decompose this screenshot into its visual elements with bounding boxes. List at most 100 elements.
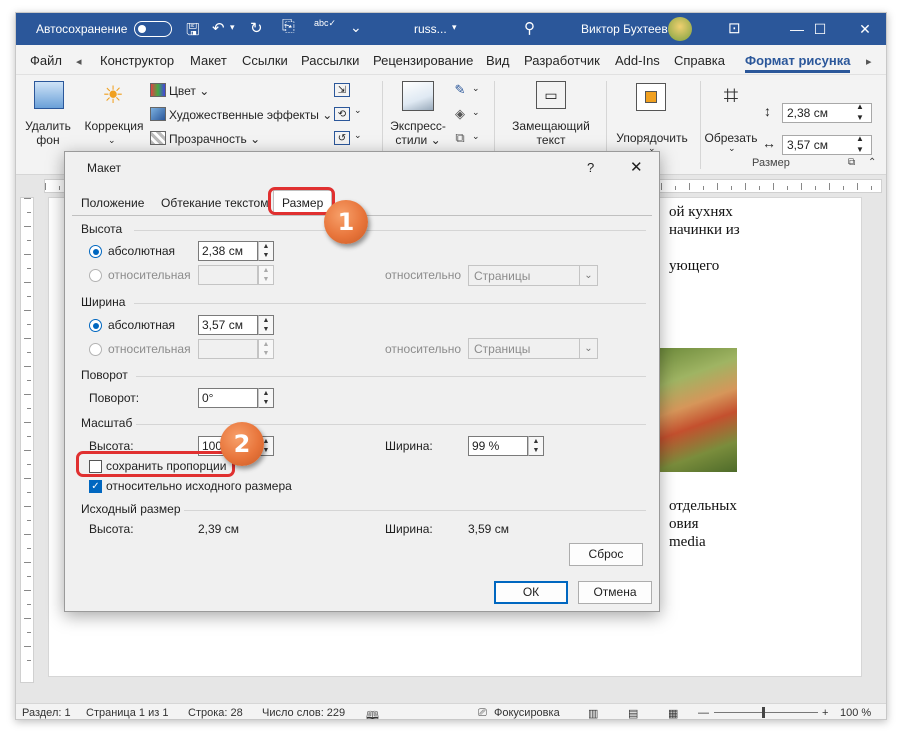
picture-layout-icon[interactable]: ⧉ [452,130,468,145]
focus-mode-button[interactable]: Фокусировка [494,707,560,719]
redo-icon[interactable]: ↻ [250,19,263,37]
height-absolute-input[interactable]: 2,38 см [198,241,258,261]
height-spinner[interactable]: ▲ ▼ [856,101,864,123]
height-relative-radio[interactable] [89,269,102,282]
tab-addins[interactable]: Add-Ins [615,53,660,68]
rotation-spinner[interactable]: ▲ ▼ [258,388,274,408]
relative-original-checkbox[interactable]: ✓ [89,480,102,493]
doc-name-chevron-icon[interactable]: ▾ [452,22,457,33]
tab-design[interactable]: Конструктор [100,53,174,68]
picture-border-icon[interactable]: ✎ [452,82,468,97]
autosave-toggle[interactable] [134,21,172,37]
maximize-icon[interactable]: ☐ [797,13,843,45]
tab-layout[interactable]: Макет [190,53,227,68]
share-icon[interactable]: ⎘ [282,18,295,36]
collapse-ribbon-icon[interactable]: ⌃ [868,157,876,168]
height-relative-spinner[interactable]: ▲ ▼ [258,265,274,285]
zoom-in-icon[interactable]: + [822,707,828,719]
reset-picture-icon[interactable]: ↺ [334,131,350,145]
undo-dropdown-icon[interactable]: ▾ [230,22,235,33]
crop-chevron-icon[interactable]: ⌄ [728,143,736,154]
tab-view[interactable]: Вид [486,53,510,68]
remove-background-button[interactable]: Удалить фон [22,119,74,147]
tab-file[interactable]: Файл [30,53,62,68]
cancel-button[interactable]: Отмена [578,581,652,604]
zoom-level[interactable]: 100 % [840,707,871,719]
tab-position[interactable]: Положение [73,193,152,215]
close-window-icon[interactable]: ✕ [842,13,886,45]
scale-width-input[interactable]: 99 % [468,436,528,456]
tab-help[interactable]: Справка [674,53,725,68]
corrections-button[interactable]: Коррекция [80,119,148,133]
width-relative-to-select[interactable]: Страницы ⌄ [468,338,598,359]
web-layout-icon[interactable]: ▦ [668,707,678,719]
quick-styles-button[interactable]: Экспресс-стили ⌄ [388,119,448,147]
undo-icon[interactable]: ↶ [212,19,225,37]
focus-icon[interactable]: ⎚ [478,707,487,719]
artistic-effects-button[interactable]: Художественные эффекты ⌄ [169,108,332,122]
width-absolute-radio[interactable] [89,319,102,332]
print-layout-icon[interactable]: ▤ [628,707,638,719]
width-absolute-input[interactable]: 3,57 см [198,315,258,335]
change-picture-icon[interactable]: ⟲ [334,107,350,121]
tab-mailings[interactable]: Рассылки [301,53,359,68]
height-absolute-label[interactable]: абсолютная [108,244,175,258]
close-dialog-icon[interactable]: ✕ [630,158,643,176]
ruler-tick [24,394,31,395]
rotation-input[interactable]: 0° [198,388,258,408]
width-relative-spinner[interactable]: ▲ ▼ [258,339,274,359]
reset-picture-chevron-icon[interactable]: ⌄ [354,130,362,141]
proofing-icon[interactable]: 🕮 [366,707,379,719]
customize-qat-icon[interactable]: ⌄ [350,19,362,36]
ok-button[interactable]: ОК [494,581,568,604]
height-absolute-spinner[interactable]: ▲ ▼ [258,241,274,261]
color-button[interactable]: Цвет ⌄ [169,84,209,98]
scale-width-spinner[interactable]: ▲ ▼ [528,436,544,456]
tab-text-wrapping[interactable]: Обтекание текстом [153,193,276,215]
change-picture-chevron-icon[interactable]: ⌄ [354,105,362,116]
spelling-icon[interactable]: abc✓ [314,18,336,29]
ribbon-display-icon[interactable]: ⊡ [728,19,741,37]
layout-chevron-icon[interactable]: ⌄ [472,131,480,142]
zoom-slider-thumb[interactable] [762,707,765,718]
size-dialog-launcher-icon[interactable]: ⧉ [848,157,855,168]
relative-original-label[interactable]: относительно исходного размера [106,479,292,493]
alt-text-button[interactable]: Замещающий текст [506,119,596,147]
zoom-out-icon[interactable]: — [698,707,709,719]
tab-review[interactable]: Рецензирование [373,53,473,68]
width-absolute-spinner[interactable]: ▲ ▼ [258,315,274,335]
document-name[interactable]: russ... [414,22,447,36]
effects-chevron-icon[interactable]: ⌄ [472,107,480,118]
reset-button[interactable]: Сброс [569,543,643,566]
border-chevron-icon[interactable]: ⌄ [472,83,480,94]
peach-image[interactable] [659,348,737,472]
width-absolute-label[interactable]: абсолютная [108,318,175,332]
tab-developer[interactable]: Разработчик [524,53,600,68]
status-page[interactable]: Страница 1 из 1 [86,707,168,719]
zoom-slider[interactable] [714,712,818,713]
picture-effects-icon[interactable]: ◈ [452,106,468,121]
tab-scroll-left-icon[interactable]: ◂ [76,55,82,68]
help-icon[interactable]: ? [587,160,594,175]
height-relative-label[interactable]: относительная [108,268,191,282]
status-words[interactable]: Число слов: 229 [262,707,345,719]
tab-references[interactable]: Ссылки [242,53,288,68]
user-name[interactable]: Виктор Бухтеев [581,22,668,36]
read-mode-icon[interactable]: ▥ [588,707,598,719]
highlight-size-tab [268,187,335,215]
compress-pictures-icon[interactable]: ⇲ [334,83,350,97]
width-spinner[interactable]: ▲ ▼ [856,133,864,155]
width-relative-label[interactable]: относительная [108,342,191,356]
height-relative-input[interactable] [198,265,258,285]
height-relative-to-select[interactable]: Страницы ⌄ [468,265,598,286]
search-icon[interactable]: ⚲ [524,19,535,37]
width-relative-radio[interactable] [89,343,102,356]
save-icon[interactable]: 🖫 [186,19,200,46]
corrections-chevron-icon[interactable]: ⌄ [108,135,116,146]
tab-picture-format[interactable]: Формат рисунка [745,53,851,73]
transparency-button[interactable]: Прозрачность ⌄ [169,132,260,146]
width-relative-input[interactable] [198,339,258,359]
tab-scroll-right-icon[interactable]: ▸ [866,55,872,68]
height-absolute-radio[interactable] [89,245,102,258]
avatar[interactable] [668,17,692,41]
